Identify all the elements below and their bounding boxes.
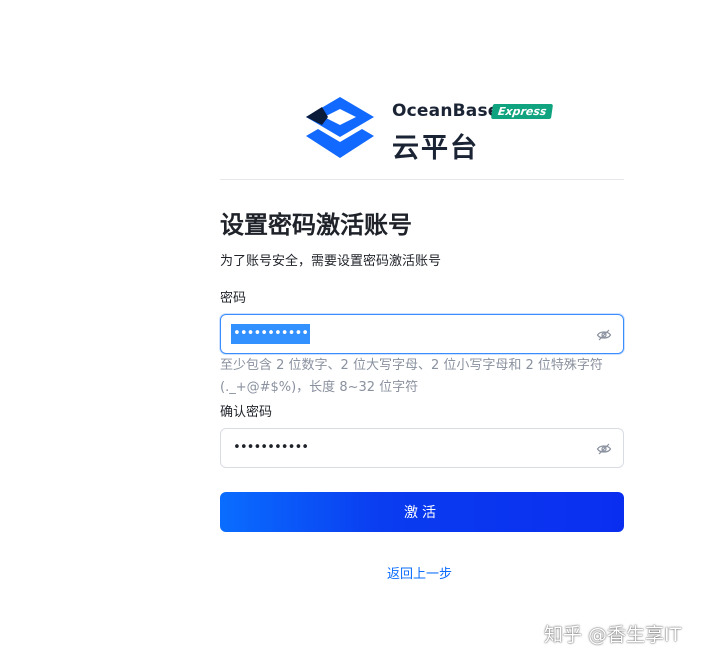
activate-button[interactable]: 激活: [220, 492, 624, 532]
oceanbase-logo-icon: [306, 97, 374, 158]
password-hint: 至少包含 2 位数字、2 位大写字母、2 位小写字母和 2 位特殊字符(._+@…: [220, 358, 603, 395]
header-divider: [220, 179, 624, 180]
confirm-password-value[interactable]: •••••••••••: [233, 438, 309, 458]
password-value[interactable]: •••••••••••: [231, 324, 311, 344]
brand-logo: OceanBase Express 云平台: [304, 96, 554, 166]
brand-subtitle: 云平台: [392, 133, 479, 164]
password-label: 密码: [220, 291, 247, 306]
watermark: 知乎 @香生享IT: [544, 624, 682, 646]
back-link[interactable]: 返回上一步: [387, 563, 452, 582]
confirm-password-field[interactable]: •••••••••••: [220, 428, 624, 468]
express-badge: Express: [490, 104, 554, 119]
eye-hidden-icon[interactable]: [596, 441, 612, 457]
password-field[interactable]: •••••••••••: [220, 314, 624, 354]
brand-name: OceanBase: [392, 101, 500, 121]
form-subtitle: 为了账号安全，需要设置密码激活账号: [220, 254, 442, 269]
form-title: 设置密码激活账号: [220, 211, 412, 239]
confirm-password-label: 确认密码: [220, 405, 273, 420]
eye-hidden-icon[interactable]: [596, 327, 612, 343]
